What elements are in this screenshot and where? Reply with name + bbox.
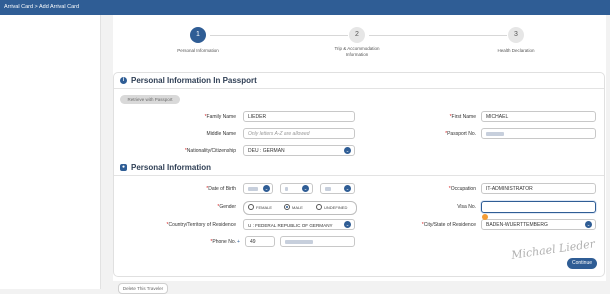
gender-male-radio[interactable] [284,204,290,210]
step-1-circle[interactable]: 1 [190,27,206,43]
chevron-down-icon[interactable]: ⌄ [344,185,351,192]
breadcrumb[interactable]: Arrival Card > Add Arrival Card [4,4,79,10]
redacted-value [325,186,331,191]
gender-radio-group: FEMALE MALE UNDEFINED [243,201,357,215]
visa-no-field[interactable] [481,201,596,213]
step-2-label: Trip & Accommodation Information [334,46,380,57]
top-bar: Arrival Card > Add Arrival Card [0,0,610,15]
gender-male-label: MALE [292,205,303,210]
chevron-down-icon[interactable]: ⌄ [302,185,309,192]
passport-section-title: i Personal Information In Passport [120,76,257,85]
redacted-value [486,131,504,136]
visa-no-label: Visa No. [457,204,476,210]
gender-undefined-label: UNDEFINED [324,205,348,210]
first-name-field[interactable]: MICHAEL [481,111,596,122]
step-3-circle[interactable]: 3 [508,27,524,43]
info-icon: i [120,77,127,85]
middle-name-field[interactable]: Only letters A-Z are allowed [243,128,355,139]
gender-undefined-radio[interactable] [316,204,322,210]
gender-label: *Gender [217,204,236,210]
passport-no-field[interactable] [481,128,596,139]
step-line-1 [210,35,348,36]
middle-name-label: Middle Name [206,131,236,137]
phone-number-field[interactable] [280,236,355,247]
notification-badge [482,214,488,220]
family-name-label: *Family Name [204,114,236,120]
retrieve-with-passport-button[interactable]: Retrieve with Passport [120,95,180,104]
chevron-down-icon[interactable]: ⌄ [585,221,592,228]
occupation-field[interactable]: IT-ADMINISTRATOR [481,183,596,194]
redacted-value [248,186,258,191]
passport-no-label: *Passport No. [445,131,476,137]
redacted-value [285,186,288,191]
city-label: *City/State of Residence [421,222,476,228]
continue-button[interactable]: Continue [567,258,597,269]
stepper: 1 2 3 Personal Information Trip & Accomm… [113,15,606,67]
phone-plus-sign: + [237,239,240,245]
redacted-value [285,239,313,244]
phone-country-code-field[interactable]: 49 [245,236,275,247]
phone-label: *Phone No. [210,239,236,245]
dob-label: *Date of Birth [206,186,236,192]
country-select[interactable]: U : FEDERAL REPUBLIC OF GERMANY [243,219,355,230]
step-2-circle[interactable]: 2 [349,27,365,43]
step-1-label: Personal Information [177,48,219,53]
step-line-2 [369,35,507,36]
left-panel [0,15,101,289]
personal-section-title: ● Personal Information [120,163,212,172]
family-name-field[interactable]: LIEDER [243,111,355,122]
chevron-down-icon[interactable]: ⌄ [344,147,351,154]
occupation-label: *Occupation [448,186,476,192]
nationality-label: *Nationality/Citizenship [184,148,236,154]
chevron-down-icon[interactable]: ⌄ [263,185,270,192]
country-label: *Country/Territory of Residence [166,222,236,228]
user-icon: ● [120,164,127,172]
step-3-label: Health Declaration [497,48,535,53]
divider [114,88,604,89]
gender-female-label: FEMALE [256,205,273,210]
nationality-select[interactable]: DEU : GERMAN [243,145,355,156]
divider [114,175,604,176]
main-card: 1 2 3 Personal Information Trip & Accomm… [113,15,606,281]
gender-female-radio[interactable] [248,204,254,210]
first-name-label: *First Name [449,114,476,120]
city-select[interactable]: BADEN-WUERTTEMBERG [481,219,596,230]
chevron-down-icon[interactable]: ⌄ [344,221,351,228]
